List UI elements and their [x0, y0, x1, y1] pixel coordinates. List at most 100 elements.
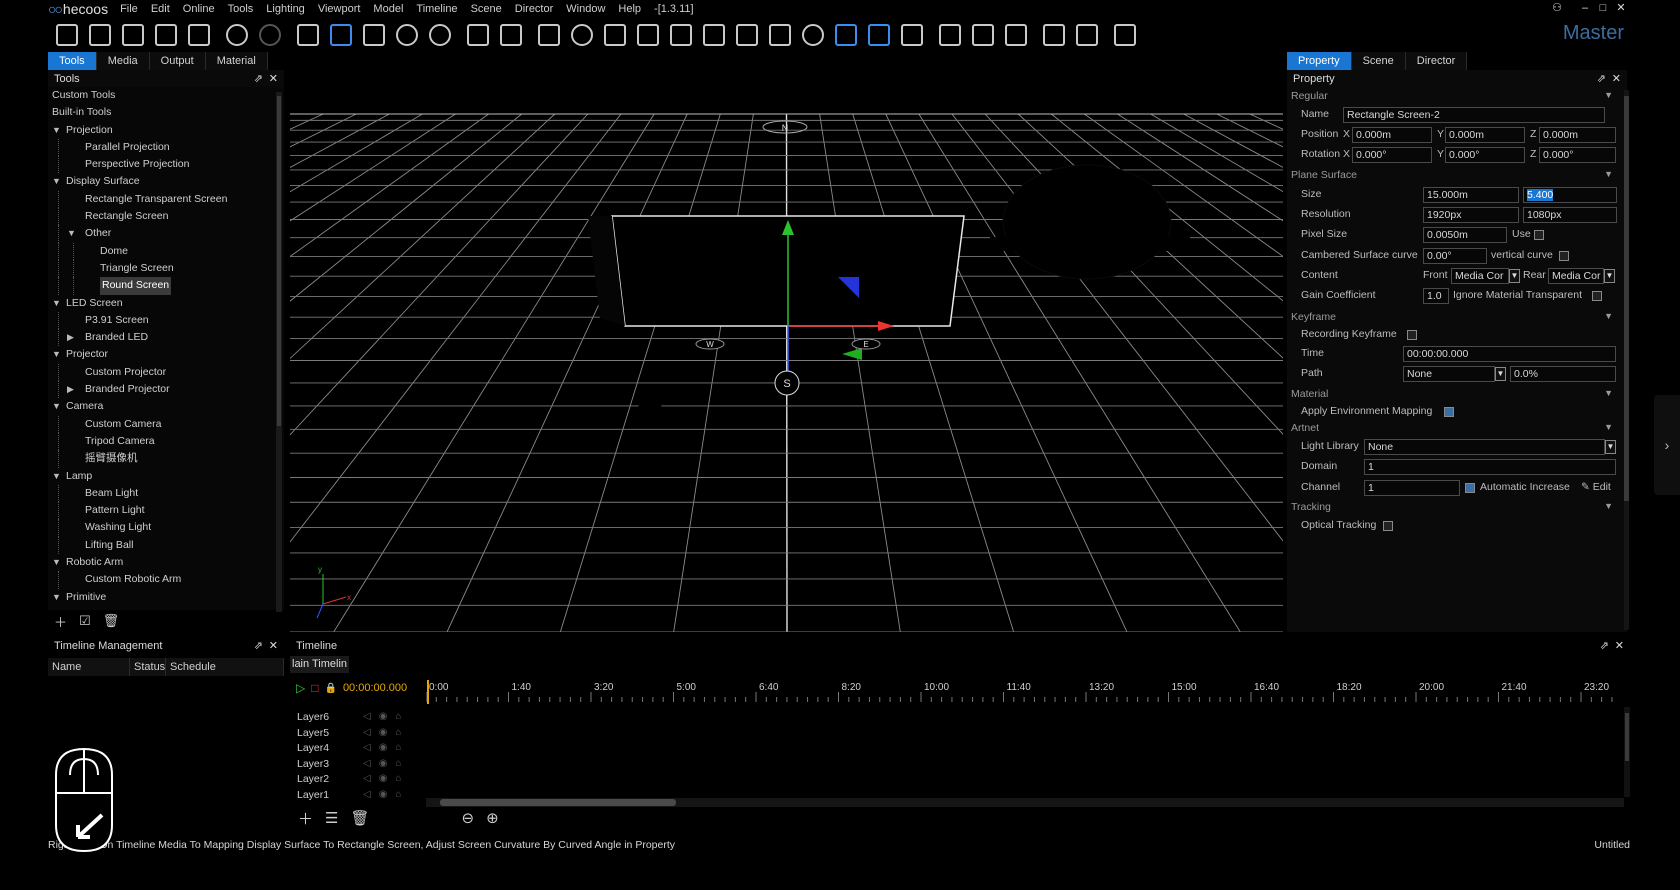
- add-layer-icon[interactable]: ＋: [298, 808, 313, 829]
- collapse-icon[interactable]: ▼: [1604, 422, 1613, 432]
- collapse-icon[interactable]: ▼: [67, 225, 77, 242]
- scale-tool-icon[interactable]: [363, 24, 385, 46]
- collapse-icon[interactable]: ▼: [52, 346, 62, 363]
- tab-director[interactable]: Director: [1405, 52, 1468, 70]
- grid-icon[interactable]: [868, 24, 890, 46]
- layout-grid-icon[interactable]: [1043, 24, 1065, 46]
- layer-toggle-icons[interactable]: ◁◉⌂: [363, 725, 409, 741]
- tree-item[interactable]: ▼ Camera: [48, 398, 284, 415]
- layer-toggle-icons[interactable]: ◁◉⌂: [363, 756, 409, 772]
- channel-field[interactable]: 1: [1364, 480, 1460, 496]
- tree-item[interactable]: ▼ Projector: [48, 346, 284, 363]
- save-as-icon[interactable]: [155, 24, 177, 46]
- tree-item[interactable]: Round Screen: [48, 277, 284, 295]
- focus-icon[interactable]: [703, 24, 725, 46]
- tree-item[interactable]: Lifting Ball: [48, 536, 284, 555]
- menu-scene[interactable]: Scene: [471, 3, 502, 15]
- menu-window[interactable]: Window: [566, 3, 605, 15]
- rotation-y-field[interactable]: 0.000°: [1445, 147, 1525, 163]
- pixel-size-field[interactable]: 0.0050m: [1423, 227, 1507, 243]
- move-tool-icon[interactable]: [330, 24, 352, 46]
- menu-edit[interactable]: Edit: [151, 3, 170, 15]
- col-name[interactable]: Name: [48, 658, 130, 676]
- tree-item[interactable]: Custom Tools: [48, 87, 284, 104]
- play-icon[interactable]: ▷: [296, 681, 305, 695]
- chip-icon[interactable]: [901, 24, 923, 46]
- panel-icon[interactable]: [538, 24, 560, 46]
- timeline-layer[interactable]: Layer1 ◁◉⌂: [290, 787, 426, 803]
- undo-icon[interactable]: [226, 24, 248, 46]
- menu-viewport[interactable]: Viewport: [318, 3, 361, 15]
- timeline-ruler[interactable]: 0:00 1:40 3:20 5:00 6:40 8:20 10:00 11:40 13:20 1…: [426, 678, 1624, 704]
- apply-env-mapping-checkbox[interactable]: [1444, 407, 1454, 417]
- size-width-field[interactable]: 15.000m: [1423, 187, 1519, 203]
- globe-icon[interactable]: [429, 24, 451, 46]
- time-field[interactable]: 00:00:00.000: [1403, 346, 1616, 362]
- side-panel-expand-icon[interactable]: ›: [1654, 395, 1680, 495]
- layer-toggle-icons[interactable]: ◁◉⌂: [363, 709, 409, 725]
- close-panel-icon[interactable]: ✕: [269, 72, 278, 85]
- tab-media[interactable]: Media: [96, 52, 150, 70]
- edit-button[interactable]: ✎ Edit: [1581, 481, 1611, 493]
- tree-item[interactable]: Custom Camera: [48, 415, 284, 433]
- position-z-field[interactable]: 0.000m: [1539, 127, 1616, 143]
- tree-item[interactable]: Washing Light: [48, 519, 284, 537]
- tab-output[interactable]: Output: [149, 52, 206, 70]
- domain-field[interactable]: 1: [1364, 459, 1616, 475]
- chevron-down-icon[interactable]: ▼: [1509, 269, 1520, 283]
- path-select[interactable]: None: [1403, 366, 1495, 382]
- resolution-height-field[interactable]: 1080px: [1523, 207, 1617, 223]
- layer-toggle-icons[interactable]: ◁◉⌂: [363, 771, 409, 787]
- menu-timeline[interactable]: Timeline: [416, 3, 457, 15]
- lamp-icon[interactable]: [637, 24, 659, 46]
- redo-icon[interactable]: [259, 24, 281, 46]
- add-icon[interactable]: ＋: [54, 612, 67, 631]
- tree-item[interactable]: Parallel Projection: [48, 138, 284, 157]
- timeline-layer[interactable]: Layer2 ◁◉⌂: [290, 771, 426, 787]
- rotate-tool-icon[interactable]: [396, 24, 418, 46]
- chevron-down-icon[interactable]: ▼: [1605, 440, 1616, 454]
- tree-item[interactable]: Custom Projector: [48, 363, 284, 382]
- tree-item[interactable]: ▼ Robotic Arm: [48, 554, 284, 571]
- front-content-select[interactable]: Media Cor: [1451, 268, 1509, 284]
- tree-item[interactable]: P3.91 Screen: [48, 311, 284, 330]
- chevron-down-icon[interactable]: ▼: [1495, 367, 1506, 381]
- collapse-icon[interactable]: ▼: [52, 468, 62, 485]
- pin-icon[interactable]: ⇗: [1600, 639, 1609, 652]
- menu-tools[interactable]: Tools: [228, 3, 254, 15]
- timeline-vscrollbar[interactable]: [1624, 707, 1630, 797]
- expand-icon[interactable]: ▶: [67, 329, 77, 346]
- lifting-ball-object[interactable]: [636, 400, 664, 428]
- tab-material[interactable]: Material: [205, 52, 268, 70]
- collapse-icon[interactable]: ▼: [1604, 388, 1613, 398]
- stop-icon[interactable]: □: [311, 681, 318, 695]
- zoom-in-icon[interactable]: ⊕: [486, 809, 499, 827]
- timeline-layer[interactable]: Layer6 ◁◉⌂: [290, 709, 426, 725]
- collapse-icon[interactable]: ▼: [1604, 169, 1613, 179]
- model-cube-icon[interactable]: [500, 24, 522, 46]
- exit-icon[interactable]: [1114, 24, 1136, 46]
- menu-director[interactable]: Director: [515, 3, 554, 15]
- open-folder-icon[interactable]: [89, 24, 111, 46]
- gain-coefficient-field[interactable]: 1.0: [1423, 288, 1449, 304]
- menu-model[interactable]: Model: [373, 3, 403, 15]
- tree-item[interactable]: ▼ Projection: [48, 122, 284, 139]
- col-status[interactable]: Status: [130, 658, 166, 676]
- projector-icon[interactable]: [604, 24, 626, 46]
- automatic-increase-checkbox[interactable]: [1465, 483, 1475, 493]
- user-icon[interactable]: ⚇: [1548, 0, 1566, 16]
- tree-item[interactable]: Beam Light: [48, 484, 284, 503]
- viewport-3d[interactable]: N S W E y x: [290, 52, 1283, 632]
- edit-icon[interactable]: ☑: [79, 613, 91, 629]
- new-file-icon[interactable]: [56, 24, 78, 46]
- save-icon[interactable]: [122, 24, 144, 46]
- timeline-layer[interactable]: Layer3 ◁◉⌂: [290, 756, 426, 772]
- menu-file[interactable]: File: [120, 3, 138, 15]
- layer-toggle-icons[interactable]: ◁◉⌂: [363, 740, 409, 756]
- pin-icon[interactable]: ⇗: [254, 72, 263, 85]
- collapse-icon[interactable]: ▼: [52, 398, 62, 415]
- tab-main-timeline[interactable]: lain Timelin: [290, 656, 350, 673]
- tree-item[interactable]: ▼ Lamp: [48, 468, 284, 485]
- timeline-layer[interactable]: Layer4 ◁◉⌂: [290, 740, 426, 756]
- path-percent-field[interactable]: 0.0%: [1510, 366, 1616, 382]
